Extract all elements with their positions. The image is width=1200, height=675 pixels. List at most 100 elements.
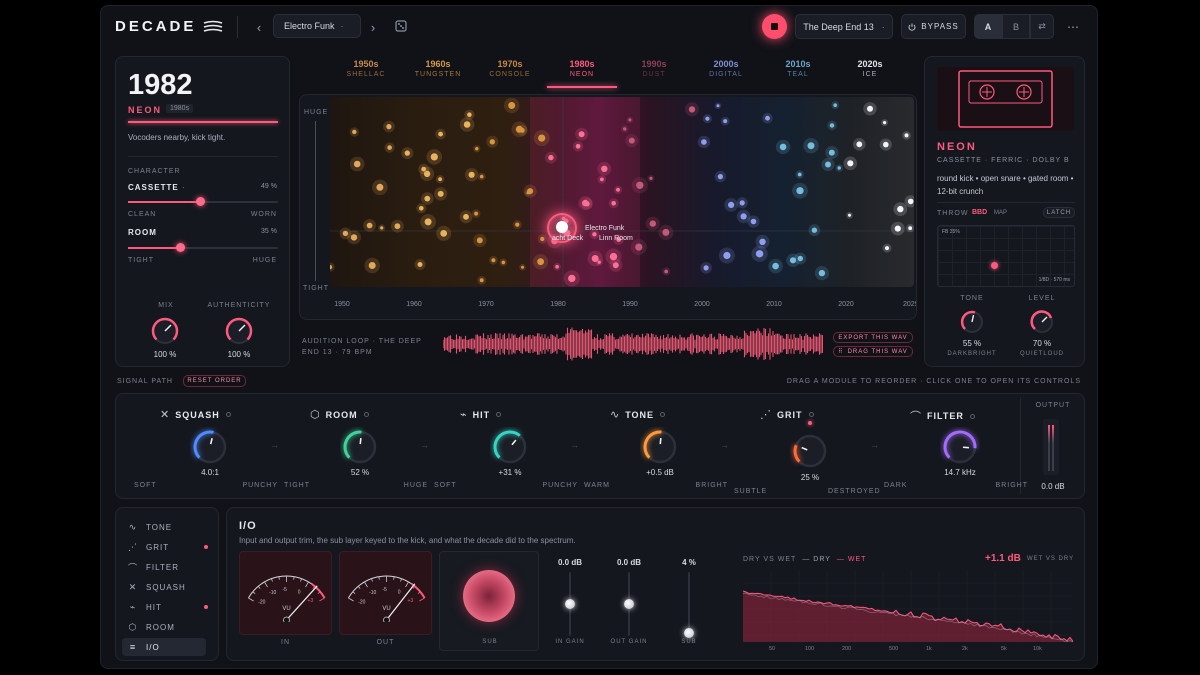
ab-b-button[interactable]: B — [1002, 14, 1030, 39]
filter-module-icon: ⌒ — [910, 411, 921, 423]
throw-mode-map[interactable]: MAP — [994, 210, 1007, 216]
era-tab-2010s[interactable]: 2010s TEAL — [763, 59, 833, 78]
mix-knob[interactable] — [149, 315, 181, 347]
module-name: GRIT — [777, 409, 803, 420]
grit-knob[interactable] — [790, 431, 830, 471]
era-tab-2000s[interactable]: 2000s DIGITAL — [691, 59, 761, 78]
brand-name: DECADE — [115, 18, 197, 35]
map-x-tick: 1960 — [406, 301, 422, 308]
room-knob[interactable] — [340, 427, 380, 467]
sidenav-item-grit[interactable]: ⋰ GRIT — [128, 538, 208, 556]
tone-knob[interactable] — [640, 427, 680, 467]
module-name: SQUASH — [175, 409, 220, 420]
fader-thumb[interactable] — [624, 599, 634, 609]
spectrum-freq-label: 100 — [805, 646, 814, 652]
detail-era-name: NEON — [937, 141, 977, 153]
spectrum-analyzer[interactable]: 50 100 200 500 1k 2k 5k 10k — [743, 570, 1073, 652]
sidenav-item-tone[interactable]: ∿ TONE — [128, 518, 208, 536]
fader-thumb[interactable] — [565, 599, 575, 609]
module-filter-header[interactable]: ⌒ FILTER — [910, 408, 975, 424]
vu-meter-out: -20 -10 -5 0 +3 VU — [339, 551, 432, 635]
xy-pad-handle[interactable] — [991, 262, 998, 269]
sidenav-label: I/O — [146, 642, 160, 652]
preset-selector[interactable]: Electro Funk · — [273, 14, 361, 38]
era-tab-1960s[interactable]: 1960s TUNGSTEN — [403, 59, 473, 78]
latch-button[interactable]: LATCH — [1043, 207, 1075, 218]
drag-wav-label: DRAG THIS WAV — [847, 348, 908, 355]
preset-next-button[interactable]: › — [365, 17, 381, 37]
module-squash-header[interactable]: ✕ SQUASH — [160, 408, 231, 421]
room-slider-thumb[interactable] — [176, 243, 185, 252]
era-sample-dot — [616, 187, 620, 192]
module-tone-header[interactable]: ∿ TONE — [610, 408, 666, 421]
bypass-label: BYPASS — [921, 22, 959, 31]
sidenav-icon: ⋰ — [128, 541, 138, 552]
era-sample-dot — [848, 213, 851, 217]
reset-order-button[interactable]: RESET ORDER — [183, 375, 246, 387]
era-sample-dot — [612, 262, 619, 269]
detail-level-knob[interactable] — [1028, 308, 1056, 336]
sidenav-item-squash[interactable]: ✕ SQUASH — [128, 578, 208, 596]
vu-out-label: OUT — [376, 639, 395, 646]
sidenav-item-room[interactable]: ⬡ ROOM — [128, 618, 208, 636]
room-slider-track[interactable] — [128, 247, 278, 249]
era-sample-dot — [856, 141, 863, 148]
module-room-header[interactable]: ⬡ ROOM — [310, 408, 369, 421]
vu-tick — [357, 586, 361, 589]
map-x-tick: 1990 — [622, 301, 638, 308]
audition-waveform[interactable] — [443, 326, 823, 362]
spectrum-gain-caption: WET VS DRY — [1027, 556, 1075, 562]
vu-tick — [300, 578, 302, 582]
ab-a-button[interactable]: A — [974, 14, 1002, 39]
module-grit-header[interactable]: ⋰ GRIT — [760, 408, 814, 421]
vu-tick — [271, 578, 273, 582]
module-hit-header[interactable]: ⌁ HIT — [460, 408, 502, 421]
bypass-button[interactable]: BYPASS — [901, 14, 966, 39]
hit-knob[interactable] — [490, 427, 530, 467]
vu-in-label: IN — [281, 639, 290, 646]
export-wav-button[interactable]: EXPORT THIS WAV — [833, 332, 913, 343]
era-tab-1990s[interactable]: 1990s DUST — [619, 59, 689, 78]
fader-thumb[interactable] — [684, 628, 694, 639]
cassette-slider-thumb[interactable] — [196, 197, 205, 206]
era-tab-1980s[interactable]: 1980s NEON — [547, 59, 617, 88]
detail-notes: round kick • open snare • gated room • 1… — [937, 174, 1074, 196]
preset-prev-button[interactable]: ‹ — [251, 17, 267, 37]
vu-scale-label: -20 — [258, 599, 265, 605]
track-selector[interactable]: The Deep End 13 · — [795, 14, 893, 39]
level-knob-label: LEVEL — [1028, 295, 1056, 302]
module-name: TONE — [625, 409, 655, 420]
sidenav-item-filter[interactable]: ⌒ FILTER — [128, 558, 208, 576]
era-sample-dot — [578, 131, 585, 138]
authenticity-knob[interactable] — [223, 315, 255, 347]
era-tab-2020s[interactable]: 2020s ICE — [835, 59, 905, 78]
throw-mode-bbd[interactable]: BBD — [972, 209, 987, 216]
record-button[interactable] — [762, 14, 787, 39]
era-sample-dot — [828, 149, 835, 156]
era-sample-dot — [438, 177, 442, 182]
module-status-dot — [660, 412, 666, 417]
era-sample-dot — [540, 236, 545, 242]
era-sample-dot — [765, 115, 770, 121]
throw-xy-pad[interactable]: FB 35% 1/8D · 570 ms — [937, 225, 1075, 287]
drag-handle-icon: ⠿ — [838, 349, 844, 355]
ab-swap-button[interactable]: ⇄ — [1030, 14, 1054, 39]
output-meter[interactable] — [1043, 419, 1059, 475]
hit-min-label: SOFT — [434, 482, 457, 489]
drag-wav-button[interactable]: ⠿ DRAG THIS WAV — [833, 346, 913, 357]
vu-tick — [405, 581, 409, 588]
squash-knob[interactable] — [190, 427, 230, 467]
era-tab-1970s[interactable]: 1970s CONSOLE — [475, 59, 545, 78]
era-sample-dot — [740, 213, 747, 220]
dice-icon[interactable] — [395, 20, 407, 32]
detail-tone-knob[interactable] — [958, 308, 986, 336]
decade-map[interactable]: HUGE TIGHT Electro Funk Linn Room acht D… — [299, 94, 917, 320]
era-tab-1950s[interactable]: 1950s SHELLAC — [331, 59, 401, 78]
fader-track[interactable] — [688, 572, 690, 636]
filter-knob[interactable] — [940, 427, 980, 467]
era-sample-dot — [592, 232, 597, 237]
sidenav-item-hit[interactable]: ⌁ HIT — [128, 598, 208, 616]
more-menu-button[interactable]: ⋯ — [1061, 14, 1085, 39]
sidenav-item-io[interactable]: ≡ I/O — [122, 638, 206, 656]
era-sample-dot — [811, 227, 818, 233]
